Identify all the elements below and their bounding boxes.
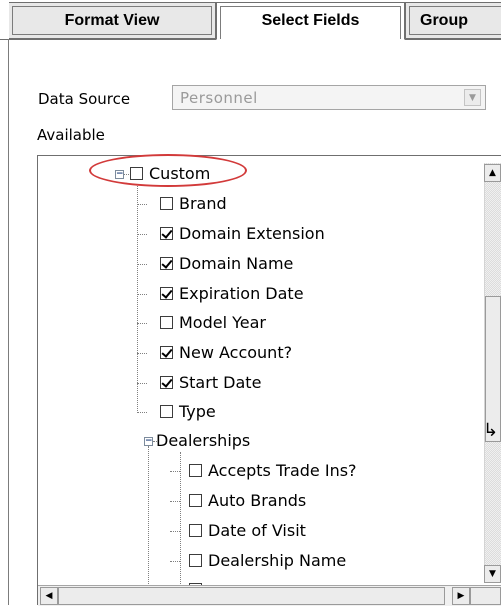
tab-select-fields-label: Select Fields (261, 12, 360, 29)
tab-format-view-label: Format View (64, 12, 160, 29)
tree-item-domain-extension[interactable]: Domain Extension (160, 223, 325, 245)
tree-item-auto-brands[interactable]: Auto Brands (189, 490, 306, 512)
available-label: Available (37, 126, 105, 144)
checkbox-checked[interactable] (160, 227, 173, 240)
tree-item-label: Type (179, 402, 216, 421)
tab-group[interactable]: Group (405, 2, 501, 39)
tree-item-expiration-date[interactable]: Expiration Date (160, 283, 304, 305)
tree-line (180, 452, 181, 600)
chevron-down-icon[interactable]: ▼ (464, 89, 481, 106)
tree-line (137, 294, 147, 295)
checkbox[interactable] (189, 494, 202, 507)
horizontal-scroll-thumb[interactable] (58, 587, 445, 605)
tree-item-label: Brand (179, 194, 227, 213)
checkbox-checked[interactable] (160, 346, 173, 359)
tab-format-view[interactable]: Format View (9, 2, 216, 39)
tree-line (170, 531, 180, 532)
tree-item-new-account[interactable]: New Account? (160, 342, 292, 364)
tree-item-label: Date of Visit (208, 521, 306, 540)
tree-line (137, 204, 147, 205)
tree-item-date-of-visit[interactable]: Date of Visit (189, 520, 306, 542)
scroll-left-icon[interactable]: ◀ (40, 587, 58, 605)
tree-item-accepts-trade-ins[interactable]: Accepts Trade Ins? (189, 460, 357, 482)
data-source-select[interactable]: Personnel ▼ (172, 85, 486, 110)
tab-select-fields[interactable]: Select Fields (216, 2, 405, 40)
tree-line (137, 383, 147, 384)
tree-item-label: New Account? (179, 343, 293, 362)
tree-line (137, 234, 147, 235)
checkbox[interactable] (160, 405, 173, 418)
checkbox[interactable] (189, 464, 202, 477)
tree-item-label: Model Year (179, 313, 266, 332)
tree-line (170, 471, 180, 472)
tree-line (137, 186, 138, 413)
scroll-down-icon[interactable]: ▼ (484, 565, 501, 583)
checkbox[interactable] (189, 524, 202, 537)
tree-line (137, 264, 147, 265)
tree-line (137, 323, 147, 324)
scroll-up-icon[interactable]: ▲ (484, 164, 501, 182)
tree-line (137, 412, 147, 413)
checkbox-checked[interactable] (160, 287, 173, 300)
tree-line (148, 446, 149, 600)
tree-line (170, 561, 180, 562)
tree-item-brand[interactable]: Brand (160, 193, 227, 215)
tab-group-label: Group (420, 12, 468, 29)
tree-item-domain-name[interactable]: Domain Name (160, 253, 293, 275)
tree-item-label: Expiration Date (179, 284, 304, 303)
tree-item-dealership-name[interactable]: Dealership Name (189, 550, 346, 572)
checkbox[interactable] (189, 554, 202, 567)
highlight-circle (89, 154, 247, 187)
checkbox[interactable] (160, 197, 173, 210)
tree-item-label: Accepts Trade Ins? (208, 461, 357, 480)
tree-item-label: Auto Brands (208, 491, 307, 510)
tree-line (170, 501, 180, 502)
mouse-cursor-icon: ↳ (483, 420, 499, 441)
checkbox-checked[interactable] (160, 257, 173, 270)
tree-item-model-year[interactable]: Model Year (160, 312, 266, 334)
tree-node-dealerships-label: Dealerships (156, 431, 251, 450)
tab-strip: Format View Select Fields Group (0, 0, 501, 40)
tree-item-label: Domain Name (179, 254, 294, 273)
checkbox-checked[interactable] (160, 376, 173, 389)
data-source-value: Personnel (180, 89, 258, 107)
scroll-right-icon[interactable]: ▶ (452, 587, 470, 605)
data-source-label: Data Source (38, 90, 131, 108)
tree-item-label: Domain Extension (179, 224, 325, 243)
tree-line (137, 353, 147, 354)
tree-item-label: Start Date (179, 373, 262, 392)
collapse-icon[interactable]: − (144, 437, 153, 446)
panel-border-left (8, 39, 9, 605)
tree-item-type[interactable]: Type (160, 401, 216, 423)
tree-item-label: Dealership Name (208, 551, 347, 570)
tree-node-dealerships[interactable]: Dealerships (156, 430, 250, 452)
checkbox[interactable] (160, 316, 173, 329)
tree-item-start-date[interactable]: Start Date (160, 372, 261, 394)
scroll-corner (470, 587, 501, 605)
